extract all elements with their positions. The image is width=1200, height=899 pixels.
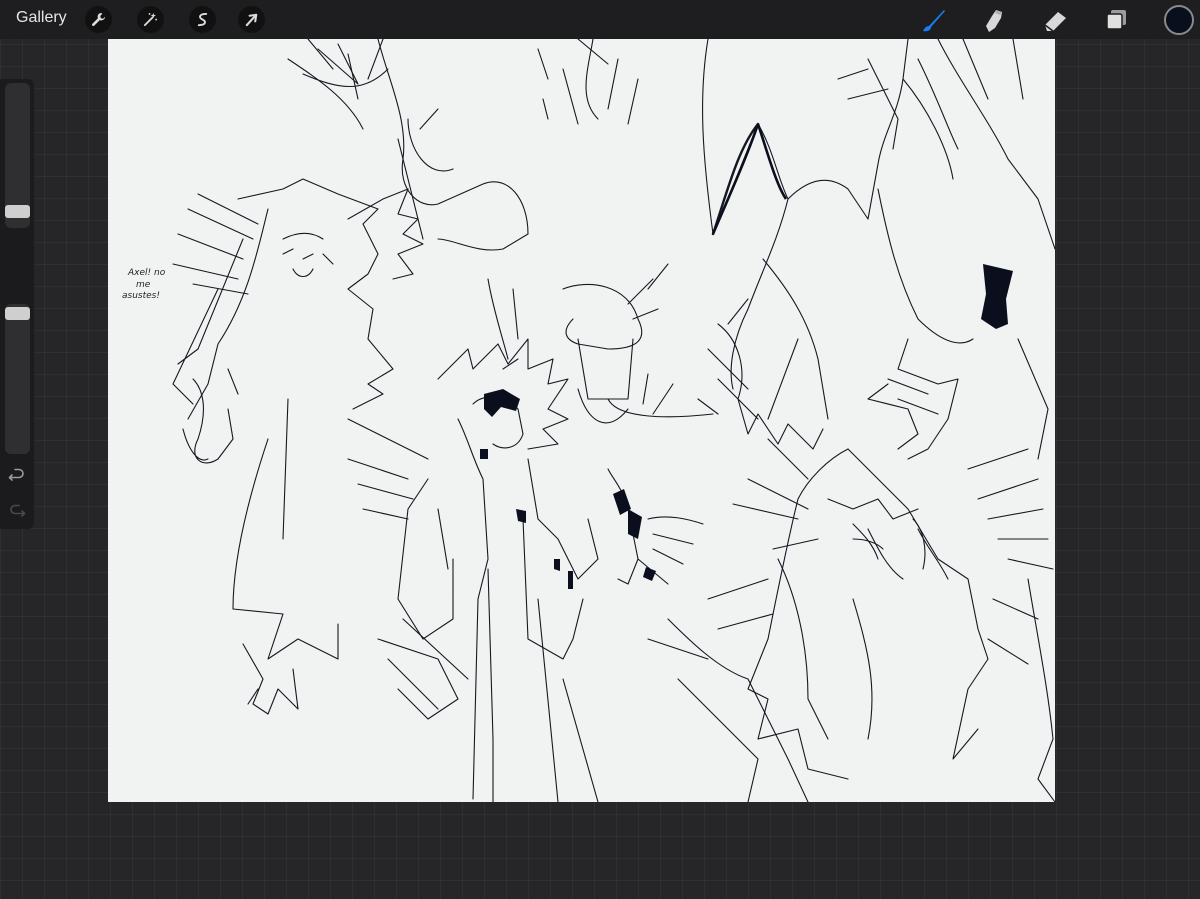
sketch-stroke (182, 368, 239, 464)
sketch-stroke (397, 478, 599, 802)
sketch-stroke (727, 198, 829, 420)
sketch-stroke (377, 39, 529, 251)
sketch-stroke (347, 418, 429, 520)
sketch-stroke (777, 558, 873, 740)
brush-icon[interactable] (919, 5, 949, 35)
sketch-stroke (282, 232, 334, 278)
sketch-stroke (537, 39, 609, 80)
sketch-stroke (377, 618, 469, 720)
magic-wand-icon[interactable] (137, 6, 164, 33)
ink-fill (643, 567, 656, 581)
sketch-stroke (852, 518, 926, 570)
ink-fill (480, 449, 488, 459)
sketch-stroke (487, 278, 519, 370)
transform-arrow-icon[interactable] (238, 6, 265, 33)
sketch-stroke (487, 568, 559, 802)
sketch-stroke (707, 323, 824, 450)
sketch-stroke (827, 498, 949, 580)
sketch-stroke (1017, 338, 1055, 802)
sketch-stroke (887, 338, 959, 460)
sketch-stroke (837, 58, 959, 150)
sketch-stroke (172, 208, 269, 420)
annotation-line-3: asustes! (122, 291, 160, 301)
brush-size-slider-thumb[interactable] (5, 205, 30, 218)
top-toolbar: Gallery (0, 0, 1200, 39)
redo-icon[interactable] (8, 504, 26, 522)
eraser-icon[interactable] (1041, 5, 1071, 35)
sketch-stroke (607, 468, 704, 585)
gallery-button[interactable]: Gallery (16, 9, 67, 27)
sketch-stroke (302, 39, 389, 88)
sketch-stroke (847, 448, 989, 760)
sketch-stroke (237, 178, 394, 410)
sketch-stroke (867, 383, 919, 450)
sketch-stroke (711, 123, 788, 235)
color-picker-button[interactable] (1164, 5, 1194, 35)
left-sidebar (0, 79, 34, 529)
sketch-stroke (232, 398, 339, 660)
sketch-stroke (242, 643, 299, 715)
sketch-artwork (172, 39, 1055, 802)
ink-fill (628, 509, 642, 539)
sketch-stroke (287, 39, 364, 130)
ink-fill (516, 509, 526, 523)
wrench-icon[interactable] (85, 6, 112, 33)
annotation-line-2: me (136, 280, 151, 290)
layers-icon[interactable] (1102, 5, 1132, 35)
sketch-stroke (542, 39, 639, 125)
annotation-line-1: Axel! no (128, 268, 166, 278)
sketch-stroke (647, 618, 809, 802)
smudge-icon[interactable] (980, 5, 1010, 35)
drawing-canvas[interactable]: Axel! no me asustes! (108, 39, 1055, 802)
brush-opacity-slider-thumb[interactable] (5, 307, 30, 320)
ink-fill (554, 559, 560, 571)
ink-fill (981, 264, 1013, 329)
brush-size-slider[interactable] (5, 83, 30, 228)
sketch-stroke (172, 193, 259, 295)
sketch-stroke (967, 448, 1054, 665)
undo-icon[interactable] (8, 468, 26, 486)
sketch-stroke (702, 39, 909, 235)
ink-fill (484, 389, 520, 417)
sketch-stroke (562, 263, 669, 350)
sketch-stroke (397, 108, 454, 240)
sketch-stroke (707, 438, 819, 630)
sketch-stroke (457, 418, 599, 800)
ink-fill (568, 571, 573, 589)
brush-opacity-slider[interactable] (5, 304, 30, 454)
sketch-stroke (577, 373, 719, 424)
selection-icon[interactable] (189, 6, 216, 33)
